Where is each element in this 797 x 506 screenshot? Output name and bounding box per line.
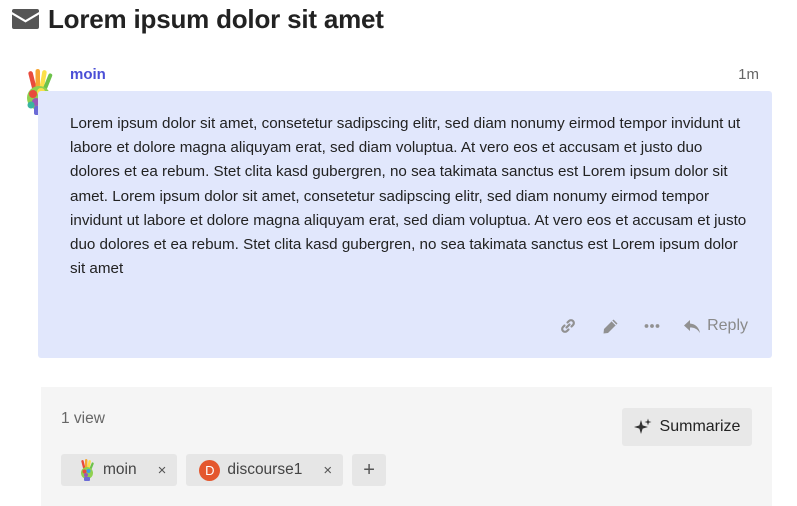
- topic-title: Lorem ipsum dolor sit amet: [48, 3, 384, 34]
- summarize-button[interactable]: Summarize: [622, 408, 752, 446]
- reply-label: Reply: [707, 317, 748, 334]
- post-content-area: Lorem ipsum dolor sit amet, consetetur s…: [38, 91, 772, 358]
- participants-list: moin × D discourse1 × +: [61, 454, 387, 486]
- remove-participant-icon[interactable]: ×: [323, 462, 332, 479]
- ellipsis-icon: [644, 324, 660, 328]
- copy-link-button[interactable]: [557, 315, 579, 337]
- pencil-icon: [603, 319, 618, 333]
- post-timestamp[interactable]: 1m: [738, 66, 759, 83]
- envelope-icon: [12, 9, 39, 29]
- sparkle-icon: [633, 418, 652, 434]
- post-actions: Reply: [557, 315, 748, 337]
- edit-button[interactable]: [599, 315, 621, 337]
- reply-icon: [684, 319, 701, 333]
- participant-chip-discourse1[interactable]: D discourse1 ×: [186, 454, 344, 486]
- participant-name: discourse1: [227, 461, 303, 478]
- participant-chip-moin[interactable]: moin ×: [61, 454, 178, 486]
- topic-map: 1 view Summarize moin × D discourse1 × +: [41, 387, 772, 506]
- rainbow-hand-avatar-icon: [81, 459, 94, 481]
- reply-button[interactable]: Reply: [683, 315, 748, 337]
- link-icon: [561, 319, 575, 333]
- topic-title-row: Lorem ipsum dolor sit amet: [12, 2, 384, 36]
- participant-name: moin: [103, 461, 137, 478]
- post-text: Lorem ipsum dolor sit amet, consetetur s…: [70, 115, 747, 278]
- more-actions-button[interactable]: [641, 315, 663, 337]
- remove-participant-icon[interactable]: ×: [158, 462, 167, 479]
- summarize-label: Summarize: [659, 418, 741, 435]
- post-username[interactable]: moin: [70, 66, 106, 83]
- letter-avatar: D: [199, 459, 221, 481]
- views-count: 1 view: [61, 410, 105, 427]
- add-participant-button[interactable]: +: [352, 454, 387, 486]
- plus-icon: +: [363, 458, 375, 481]
